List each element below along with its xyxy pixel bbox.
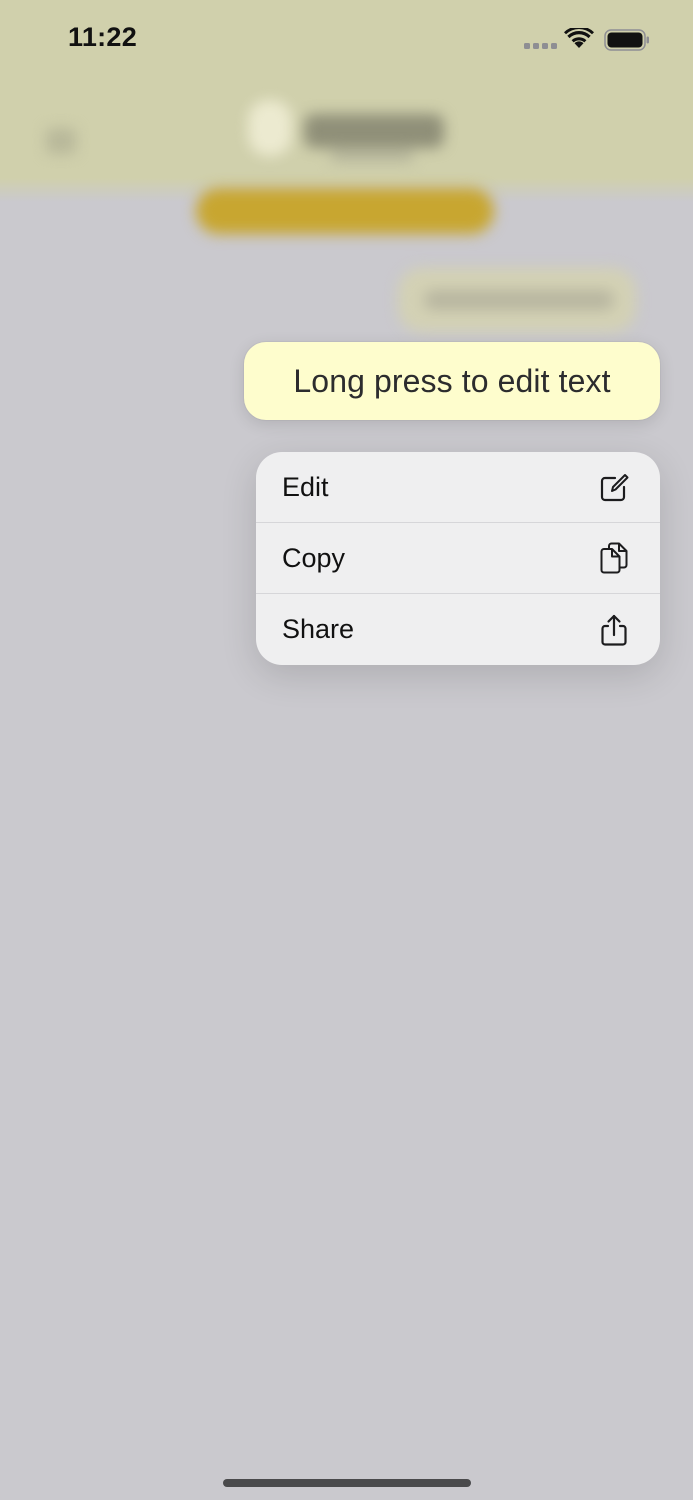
menu-item-label: Share <box>282 614 355 644</box>
doc-on-doc-icon <box>600 542 628 574</box>
menu-item-label: Copy <box>282 542 346 573</box>
square-and-pencil-icon <box>600 474 629 502</box>
back-button-blurred <box>46 128 76 154</box>
status-bar: 11:22 <box>0 0 693 80</box>
message-text-blurred <box>424 290 614 310</box>
selected-message-bubble[interactable]: Long press to edit text <box>244 342 660 420</box>
status-time: 11:22 <box>68 22 138 52</box>
wifi-icon <box>564 28 594 48</box>
message-text: Long press to edit text <box>293 362 611 399</box>
date-pill-blurred <box>196 188 494 234</box>
avatar-blurred <box>248 100 292 156</box>
chat-subtitle-blurred <box>330 150 414 162</box>
context-menu: Edit Copy Share <box>256 452 660 665</box>
square-and-arrow-up-icon <box>601 614 627 646</box>
menu-item-label: Edit <box>282 471 329 502</box>
menu-item-copy[interactable]: Copy <box>256 523 660 594</box>
chat-title-blurred <box>304 114 444 148</box>
home-indicator[interactable] <box>223 1479 471 1487</box>
menu-item-share[interactable]: Share <box>256 594 660 665</box>
battery-icon <box>604 29 649 51</box>
menu-item-edit[interactable]: Edit <box>256 452 660 523</box>
cellular-signal-icon <box>524 43 557 49</box>
